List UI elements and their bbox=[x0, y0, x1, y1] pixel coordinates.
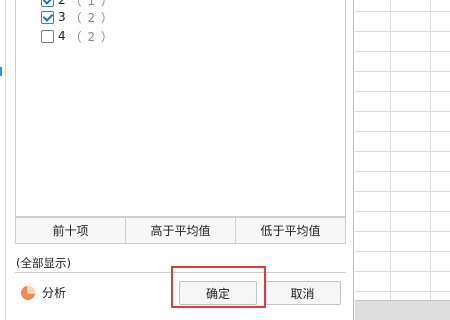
top-ten-button[interactable]: 前十项 bbox=[16, 218, 126, 243]
analyze-label: 分析 bbox=[42, 286, 67, 300]
ok-button[interactable]: 确定 bbox=[179, 281, 257, 305]
checkbox-checked[interactable] bbox=[41, 0, 54, 7]
cancel-button[interactable]: 取消 bbox=[264, 281, 341, 305]
item-label: 2 bbox=[58, 0, 66, 7]
below-average-button[interactable]: 低于平均值 bbox=[236, 218, 345, 243]
item-label: 4 bbox=[58, 29, 66, 43]
checkbox-unchecked[interactable] bbox=[41, 29, 54, 43]
item-count: （ 2 ） bbox=[69, 10, 114, 25]
list-item[interactable]: 3 （ 2 ） bbox=[41, 9, 114, 25]
show-all-status: (全部显示) bbox=[16, 256, 71, 270]
list-item[interactable]: 2 （ 1 ） bbox=[41, 0, 114, 8]
divider bbox=[15, 272, 346, 273]
list-item[interactable]: 4 （ 2 ） bbox=[41, 28, 114, 44]
checkbox-checked[interactable] bbox=[41, 10, 54, 24]
analyze-button[interactable]: 分析 bbox=[20, 284, 66, 301]
left-edge-marker bbox=[0, 67, 2, 76]
item-count: （ 2 ） bbox=[69, 29, 114, 44]
quick-filter-bar: 前十项 高于平均值 低于平均值 bbox=[15, 217, 346, 244]
sheet-bottom-bar bbox=[355, 300, 450, 320]
above-average-button[interactable]: 高于平均值 bbox=[126, 218, 236, 243]
pie-chart-icon bbox=[20, 285, 36, 301]
screen-root: 2 （ 1 ） 3 （ 2 ） 4 （ 2 ） 前十项 高于平均值 低于平均值 … bbox=[0, 0, 450, 320]
filter-panel: 2 （ 1 ） 3 （ 2 ） 4 （ 2 ） 前十项 高于平均值 低于平均值 … bbox=[5, 0, 354, 320]
item-count: （ 1 ） bbox=[69, 0, 114, 8]
item-label: 3 bbox=[58, 10, 66, 24]
spreadsheet-grid[interactable] bbox=[355, 0, 450, 300]
filter-value-list: 2 （ 1 ） 3 （ 2 ） 4 （ 2 ） bbox=[15, 0, 346, 217]
